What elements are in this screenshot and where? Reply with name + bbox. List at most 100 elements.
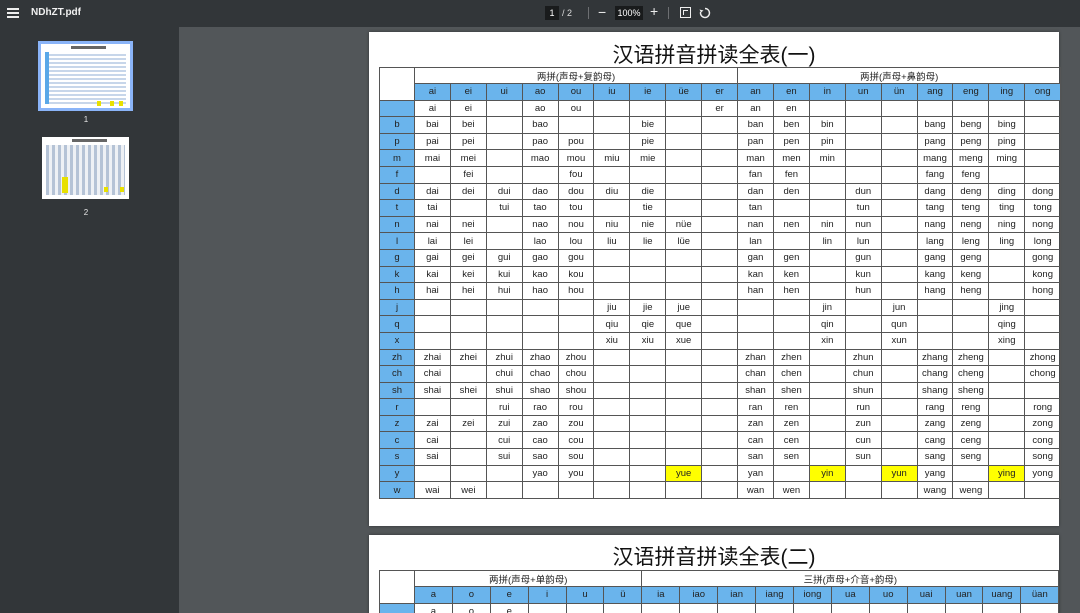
syllable-cell	[593, 381, 631, 400]
initial-cell: l	[379, 232, 415, 250]
syllable-cell: hui	[485, 282, 523, 300]
initial-cell: z	[379, 414, 415, 433]
syllable-cell	[808, 248, 846, 267]
syllable-cell	[880, 165, 918, 184]
initial-cell: m	[379, 149, 415, 167]
syllable-cell: shei	[449, 381, 487, 400]
syllable-cell	[844, 464, 882, 483]
syllable-cell: hou	[557, 282, 595, 300]
final-header-11: ua	[830, 586, 870, 604]
table-row: zh zhai zhei zhui zhao zhou zhan zhen zhun zhang z…	[379, 348, 1062, 367]
final-header-10: en	[772, 83, 810, 101]
page-thumbnail-2[interactable]	[42, 137, 129, 199]
final-header-15: eng	[952, 83, 990, 101]
syllable-cell	[988, 99, 1026, 118]
syllable-cell: nai	[414, 215, 451, 234]
syllable-cell: an	[737, 99, 774, 118]
syllable-cell	[916, 331, 954, 350]
syllable-cell: pou	[557, 132, 595, 151]
syllable-cell: tong	[1024, 199, 1062, 217]
syllable-cell	[701, 232, 739, 250]
syllable-cell: pen	[772, 132, 810, 151]
syllable-cell: reng	[952, 398, 990, 416]
syllable-cell	[565, 602, 605, 613]
initial-cell: ch	[379, 365, 415, 383]
syllable-cell	[880, 481, 918, 499]
syllable-cell: zei	[449, 414, 487, 433]
initial-cell: w	[379, 481, 415, 499]
final-header-10: iong	[792, 586, 832, 604]
syllable-cell	[717, 602, 757, 613]
syllable-cell	[521, 298, 559, 317]
syllable-cell	[485, 149, 523, 167]
table-row: ch chai chui chao chou chan chen chun chang cheng…	[379, 365, 1062, 383]
syllable-cell: beng	[952, 116, 990, 134]
syllable-cell: meng	[952, 149, 990, 167]
fit-page-icon[interactable]	[680, 7, 691, 18]
initial-cell: c	[379, 431, 415, 450]
syllable-cell	[557, 331, 595, 350]
syllable-cell	[629, 481, 667, 499]
syllable-cell	[808, 481, 846, 499]
syllable-cell: sheng	[952, 381, 990, 400]
syllable-cell	[772, 464, 810, 483]
zoom-in-button[interactable]: +	[650, 3, 658, 19]
rotate-icon[interactable]	[699, 6, 711, 19]
syllable-cell	[701, 248, 739, 267]
final-header-5: iu	[593, 83, 631, 101]
final-header-12: uo	[868, 586, 908, 604]
syllable-cell	[808, 348, 846, 367]
syllable-cell: nan	[737, 215, 774, 234]
syllable-cell: tie	[629, 199, 667, 217]
syllable-cell	[665, 365, 703, 383]
syllable-cell	[449, 298, 487, 317]
syllable-cell: fan	[737, 165, 774, 184]
syllable-cell	[414, 464, 451, 483]
syllable-cell	[701, 348, 739, 367]
syllable-cell: song	[1024, 448, 1062, 466]
syllable-cell	[880, 232, 918, 250]
syllable-cell	[880, 215, 918, 234]
final-header-4: u	[565, 586, 605, 604]
syllable-cell: wai	[414, 481, 451, 499]
thumbnail-label-1: 1	[83, 115, 89, 124]
syllable-cell	[557, 116, 595, 134]
syllable-cell: cen	[772, 431, 810, 450]
syllable-cell: yong	[1024, 464, 1062, 483]
syllable-cell	[701, 331, 739, 350]
syllable-cell	[485, 315, 523, 333]
page-title: 汉语拼音拼读全表(二)	[612, 546, 816, 569]
syllable-cell	[593, 248, 631, 267]
syllable-cell	[629, 165, 667, 184]
syllable-cell: man	[737, 149, 774, 167]
initial-cell: n	[379, 215, 415, 234]
syllable-cell	[701, 298, 739, 317]
thumbnail-title-bar	[71, 46, 106, 49]
corner-cell	[379, 570, 415, 604]
final-header-7: iao	[679, 586, 719, 604]
syllable-cell: tan	[737, 199, 774, 217]
group-header-row: 两拼(声母+复韵母) 两拼(声母+鼻韵母)	[379, 67, 1062, 101]
syllable-cell: dan	[737, 182, 774, 201]
page-number-input[interactable]: 1	[545, 6, 559, 20]
zoom-out-button[interactable]: −	[598, 4, 606, 20]
initial-cell: s	[379, 448, 415, 466]
thumbnail-initial-column	[45, 52, 49, 104]
syllable-cell: jiu	[593, 298, 631, 317]
syllable-cell	[808, 398, 846, 416]
final-header-3: ao	[521, 83, 559, 101]
syllable-cell: tui	[485, 199, 523, 217]
syllable-cell: zhao	[521, 348, 559, 367]
syllable-cell	[701, 165, 739, 184]
page-thumbnail-1[interactable]	[38, 41, 133, 111]
syllable-cell: dun	[844, 182, 882, 201]
syllable-cell: pai	[414, 132, 451, 151]
syllable-cell: chun	[844, 365, 882, 383]
syllable-cell: dang	[916, 182, 954, 201]
syllable-cell: neng	[952, 215, 990, 234]
zoom-level-input[interactable]: 100%	[615, 6, 643, 20]
menu-icon[interactable]	[7, 8, 19, 18]
document-viewport[interactable]: 汉语拼音拼读全表(一) 两拼(声母+复韵母) 两拼(声母+鼻韵母) ai ei ui ao…	[179, 27, 1080, 613]
syllable-cell: hen	[772, 282, 810, 300]
syllable-cell: leng	[952, 232, 990, 250]
